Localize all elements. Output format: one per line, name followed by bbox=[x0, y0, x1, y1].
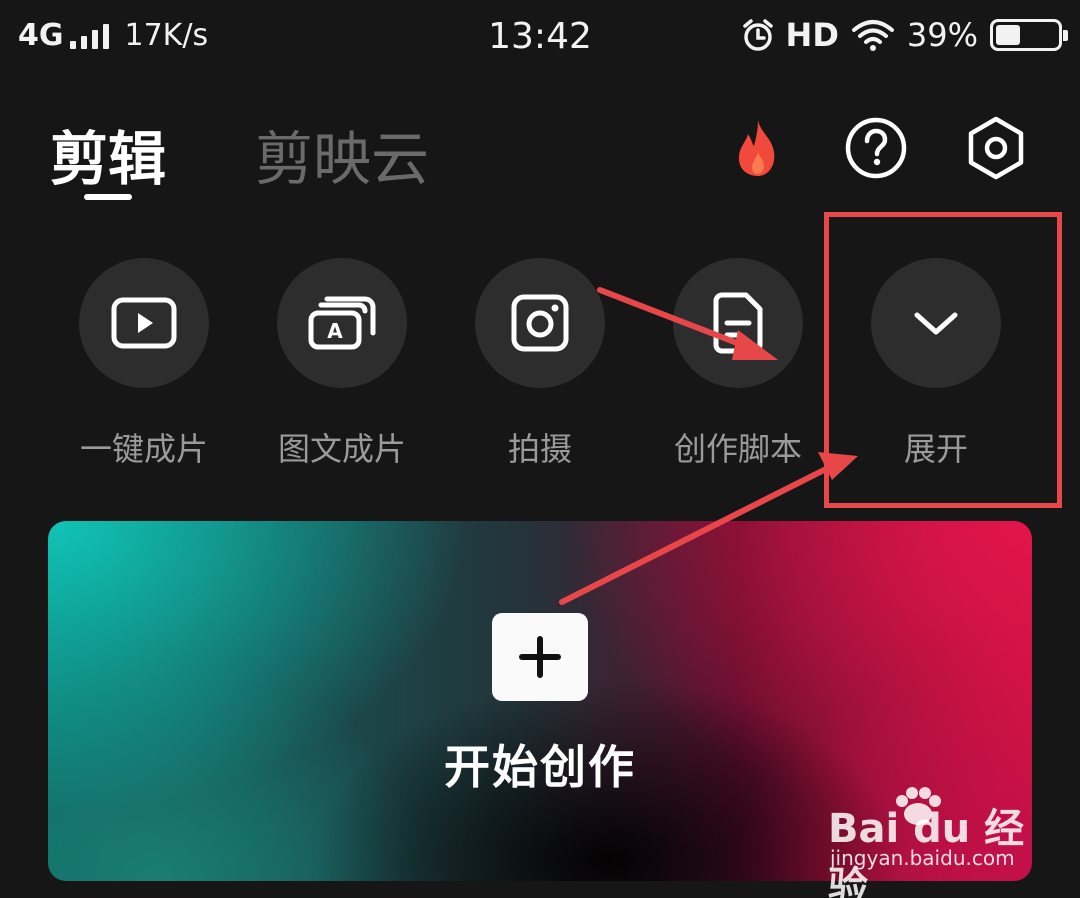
play-icon bbox=[111, 297, 177, 349]
script-icon bbox=[713, 292, 763, 354]
camera-icon bbox=[511, 294, 569, 352]
quick-action-label: 创作脚本 bbox=[673, 430, 802, 468]
quick-action-circle[interactable]: A bbox=[277, 258, 407, 388]
watermark-url: jingyan.baidu.com bbox=[830, 846, 1015, 870]
quick-action-text-image[interactable]: A 图文成片 bbox=[275, 258, 409, 470]
baidu-watermark: Bai du 经验 jingyan.baidu.com bbox=[826, 786, 1026, 898]
quick-action-circle[interactable] bbox=[673, 258, 803, 388]
annotation-highlight-box bbox=[824, 212, 1062, 508]
quick-action-circle[interactable] bbox=[475, 258, 605, 388]
plus-button[interactable] bbox=[492, 613, 588, 701]
tab-cloud[interactable]: 剪映云 bbox=[255, 112, 429, 196]
alarm-icon bbox=[742, 19, 773, 51]
quick-action-label: 一键成片 bbox=[79, 430, 208, 468]
fire-icon[interactable] bbox=[724, 114, 792, 182]
text-image-icon: A bbox=[308, 296, 376, 350]
battery-icon bbox=[990, 19, 1068, 51]
quick-action-one-click[interactable]: 一键成片 bbox=[77, 258, 211, 470]
svg-text:A: A bbox=[327, 319, 343, 343]
wifi-icon bbox=[851, 20, 894, 51]
status-bar: 4G 17K/s 13:42 HD 39% bbox=[0, 0, 1080, 76]
help-icon[interactable] bbox=[842, 114, 910, 182]
quick-action-circle[interactable] bbox=[79, 258, 209, 388]
plus-icon bbox=[519, 636, 561, 678]
status-right: HD 39% bbox=[742, 16, 1068, 54]
tab-edit[interactable]: 剪辑 bbox=[50, 112, 166, 196]
hd-indicator: HD bbox=[785, 16, 839, 54]
quick-action-script[interactable]: 创作脚本 bbox=[671, 258, 805, 470]
quick-action-shoot[interactable]: 拍摄 bbox=[473, 258, 607, 470]
settings-icon[interactable] bbox=[962, 114, 1030, 182]
battery-percent: 39% bbox=[906, 16, 978, 54]
tab-active-indicator bbox=[84, 194, 132, 200]
quick-action-label: 拍摄 bbox=[507, 430, 572, 468]
quick-action-label: 图文成片 bbox=[277, 430, 406, 468]
